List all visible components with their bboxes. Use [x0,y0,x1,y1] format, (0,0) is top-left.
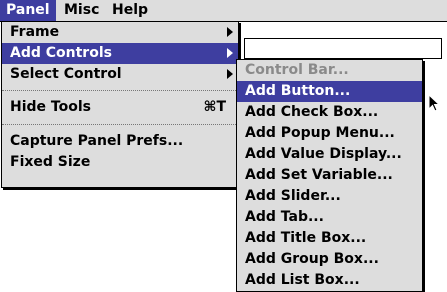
shortcut-label: ⌘T [203,99,226,115]
menu-item-label: Capture Panel Prefs... [10,133,184,149]
mouse-pointer-icon [428,94,440,112]
panel-menu: Frame Add Controls Select Control Hide T… [1,21,239,188]
menu-item-label: Fixed Size [10,154,91,170]
menu-help[interactable]: Help [106,0,154,21]
menu-item-add-value-display[interactable]: Add Value Display... [237,144,422,165]
menu-item-add-slider[interactable]: Add Slider... [237,186,422,207]
menu-item-label: Hide Tools [10,99,91,115]
menu-item-label: Add Set Variable... [245,167,393,183]
menu-item-label: Add Slider... [245,188,341,204]
add-controls-submenu: Control Bar... Add Button... Add Check B… [236,59,423,292]
menu-item-capture-panel-prefs[interactable]: Capture Panel Prefs... [2,131,238,152]
menu-misc[interactable]: Misc [58,0,105,21]
menu-item-label: Add Value Display... [245,146,402,162]
menu-item-label: Add Popup Menu... [245,125,395,141]
menu-item-add-tab[interactable]: Add Tab... [237,207,422,228]
menu-item-control-bar: Control Bar... [237,60,422,81]
menu-item-add-list-box[interactable]: Add List Box... [237,270,422,291]
menu-item-label: Add Controls [10,45,112,61]
menu-item-label: Control Bar... [245,62,349,78]
submenu-arrow-icon [227,27,233,37]
menu-item-label: Add Title Box... [245,230,367,246]
menu-item-add-title-box[interactable]: Add Title Box... [237,228,422,249]
menu-separator [2,124,238,125]
menu-panel[interactable]: Panel [0,0,56,21]
menu-item-hide-tools[interactable]: Hide Tools ⌘T [2,97,238,118]
menu-separator [2,90,238,91]
menu-item-fixed-size[interactable]: Fixed Size [2,152,238,173]
menu-item-add-check-box[interactable]: Add Check Box... [237,102,422,123]
menu-item-label: Frame [10,24,60,40]
submenu-arrow-icon [227,69,233,79]
menu-item-label: Add Check Box... [245,104,379,120]
menu-item-label: Add Button... [245,83,351,99]
menu-item-add-controls[interactable]: Add Controls [2,43,238,64]
menu-item-frame[interactable]: Frame [2,22,238,43]
menu-item-add-button[interactable]: Add Button... [237,81,422,102]
menu-item-label: Add List Box... [245,272,360,288]
menu-item-label: Select Control [10,66,122,82]
background-window-strip [244,38,442,59]
menu-item-label: Add Tab... [245,209,324,225]
menu-item-add-set-variable[interactable]: Add Set Variable... [237,165,422,186]
submenu-arrow-icon [227,48,233,58]
menu-item-add-group-box[interactable]: Add Group Box... [237,249,422,270]
menu-bar: Panel Misc Help [0,0,447,22]
menu-item-label: Add Group Box... [245,251,379,267]
menu-item-add-popup-menu[interactable]: Add Popup Menu... [237,123,422,144]
menu-item-select-control[interactable]: Select Control [2,64,238,85]
